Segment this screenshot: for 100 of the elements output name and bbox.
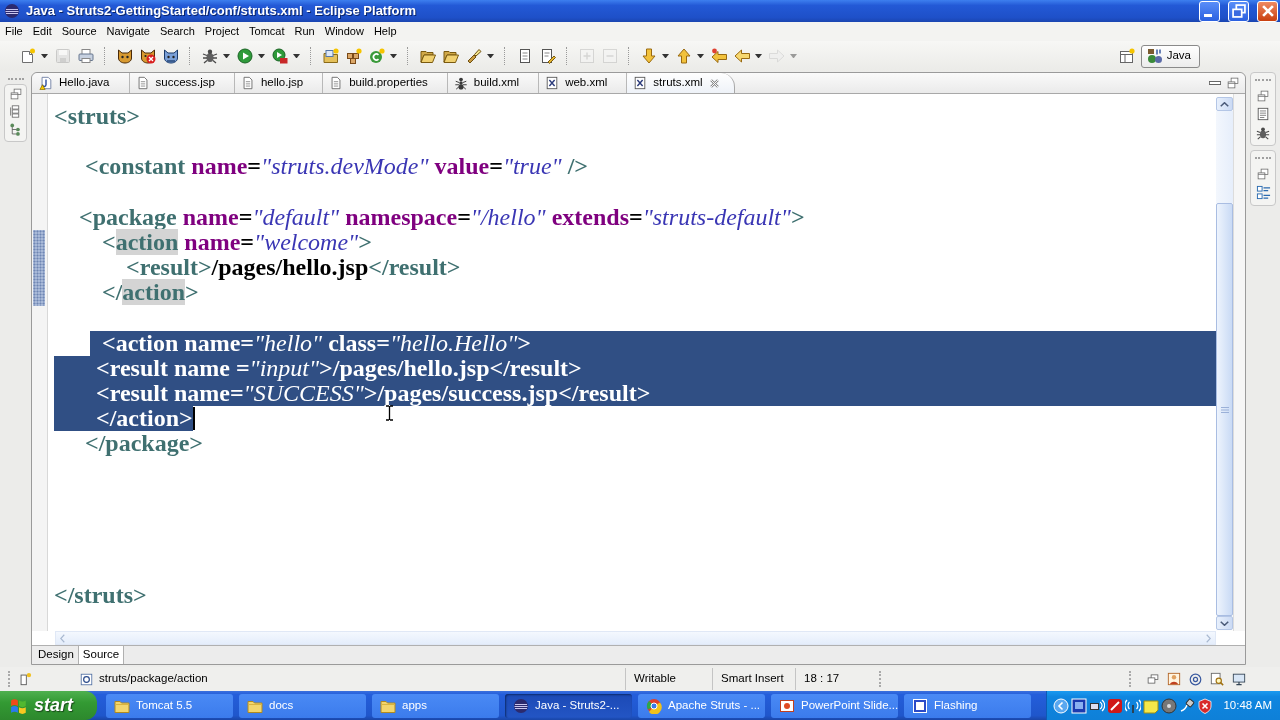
tree-icon[interactable] — [9, 123, 22, 136]
window-title: Java - Struts2-GettingStarted/conf/struts.xml - Eclipse Platform — [26, 2, 418, 21]
cat-icon[interactable] — [163, 48, 179, 64]
caret-icon[interactable] — [487, 53, 494, 59]
caret-icon[interactable] — [258, 53, 265, 59]
caret-icon[interactable] — [390, 53, 397, 59]
start-button[interactable]: start — [0, 691, 97, 720]
menu-item[interactable]: Project — [199, 23, 245, 40]
taskbar-button[interactable]: Tomcat 5.5 — [106, 693, 233, 718]
minimize-icon[interactable] — [1209, 81, 1221, 85]
restore-icon[interactable] — [9, 88, 22, 100]
new-file-icon[interactable] — [20, 48, 36, 64]
flashlight-icon[interactable] — [466, 48, 482, 64]
taskbar-button[interactable]: Java - Struts2-... — [505, 693, 632, 718]
disc-icon[interactable] — [1161, 697, 1178, 714]
network-icon[interactable] — [1089, 697, 1106, 714]
menu-item[interactable]: Source — [56, 23, 102, 40]
arrow-left-icon[interactable] — [711, 48, 727, 64]
screen-icon[interactable] — [1071, 697, 1088, 714]
scroll-down-button[interactable] — [1216, 616, 1233, 630]
arrow-down-icon[interactable] — [641, 48, 657, 64]
restore-icon[interactable] — [1147, 673, 1159, 685]
arrow-up-icon[interactable] — [676, 48, 692, 64]
plug-icon[interactable] — [1179, 697, 1196, 714]
editor-tab[interactable]: struts.xml — [627, 73, 735, 93]
perspective-button[interactable]: Java — [1140, 44, 1200, 68]
outline-icon[interactable] — [1255, 185, 1271, 200]
minimize-icon — [1204, 13, 1212, 17]
restore-icon[interactable] — [1257, 90, 1269, 102]
document-search-icon[interactable] — [1210, 672, 1224, 686]
chevron-icon[interactable] — [1053, 697, 1070, 714]
caret-icon[interactable] — [755, 53, 762, 59]
run-tools-icon[interactable] — [272, 48, 288, 64]
caret-icon[interactable] — [662, 53, 669, 59]
java-file-icon — [39, 76, 53, 90]
new-project-icon[interactable] — [323, 48, 339, 64]
view-tab[interactable]: Design — [34, 646, 79, 664]
hierarchy-icon[interactable] — [9, 105, 22, 118]
clock: 10:48 AM — [1223, 697, 1272, 713]
ring-icon[interactable] — [1189, 672, 1202, 686]
i-beam-pointer-icon — [385, 405, 394, 421]
slash-tile-icon[interactable] — [1107, 697, 1124, 714]
sphere-icon — [513, 697, 529, 714]
bug-icon[interactable] — [202, 48, 218, 64]
view-tab[interactable]: Source — [78, 646, 125, 664]
document-edit-icon[interactable] — [540, 48, 556, 64]
grip-icon — [1220, 406, 1229, 413]
contact-icon[interactable] — [1167, 672, 1181, 686]
menu-item[interactable]: Search — [155, 23, 200, 40]
cat-stop-icon[interactable] — [140, 48, 156, 64]
maximize-icon[interactable] — [1227, 77, 1239, 89]
window-icon — [912, 697, 928, 714]
close-icon — [1261, 5, 1274, 17]
bug-icon[interactable] — [1256, 126, 1270, 140]
caret-icon[interactable] — [293, 53, 300, 59]
monitor-icon[interactable] — [1232, 672, 1246, 686]
file-icon — [240, 76, 255, 90]
caret-icon[interactable] — [41, 53, 48, 59]
taskbar-button[interactable]: Flashing — [904, 693, 1031, 718]
taskbar-button[interactable]: PowerPoint Slide... — [771, 693, 898, 718]
code-line: </package> — [85, 431, 204, 457]
perspective-icon — [1146, 48, 1163, 64]
code-line: <action name="welcome"> — [102, 229, 372, 256]
print-icon[interactable] — [78, 48, 94, 64]
minimize-button[interactable] — [1199, 0, 1220, 22]
open-folder-icon[interactable] — [420, 48, 436, 64]
antenna-icon[interactable] — [1125, 697, 1142, 714]
code-line: <struts> — [54, 104, 140, 130]
caret-icon[interactable] — [223, 53, 230, 59]
restore-icon[interactable] — [1257, 168, 1269, 180]
new-class-icon[interactable] — [369, 48, 385, 64]
cursor-position: 18 : 17 — [804, 671, 840, 687]
cat-icon[interactable] — [117, 48, 133, 64]
restore-button[interactable] — [1228, 0, 1249, 22]
menu-item[interactable]: Help — [368, 23, 402, 40]
open-perspective-icon[interactable] — [1118, 48, 1135, 64]
menu-item[interactable]: Tomcat — [244, 23, 290, 40]
caret-icon[interactable] — [697, 53, 704, 59]
scrollbar-thumb[interactable] — [1216, 203, 1233, 616]
document-icon[interactable] — [1256, 107, 1270, 121]
shield-icon[interactable] — [1197, 697, 1214, 714]
menu-item[interactable]: Run — [289, 23, 320, 40]
open-folder-icon[interactable] — [443, 48, 459, 64]
fast-view-icon[interactable] — [18, 672, 32, 686]
scroll-up-button[interactable] — [1216, 97, 1233, 111]
new-package-icon[interactable] — [346, 48, 362, 64]
file-icon — [135, 76, 150, 90]
menu-item[interactable]: Edit — [27, 23, 57, 40]
menu-item[interactable]: Window — [319, 23, 369, 40]
document-icon[interactable] — [517, 48, 533, 64]
close-button[interactable] — [1257, 0, 1278, 22]
run-icon[interactable] — [237, 48, 253, 64]
close-icon[interactable] — [708, 77, 720, 89]
taskbar-button[interactable]: docs — [239, 693, 366, 718]
menu-item[interactable]: Navigate — [101, 23, 155, 40]
taskbar-button[interactable]: apps — [372, 693, 499, 718]
taskbar-button[interactable]: Apache Struts - ... — [638, 693, 765, 718]
chevron-down-icon — [1220, 620, 1229, 626]
menu-item[interactable]: File — [0, 23, 28, 40]
back-icon[interactable] — [734, 48, 750, 64]
